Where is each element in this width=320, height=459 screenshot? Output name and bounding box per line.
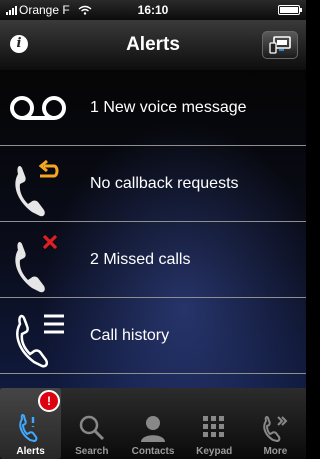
carrier-group: Orange F	[6, 3, 92, 17]
tab-contacts[interactable]: Contacts	[122, 388, 183, 459]
tab-label: More	[263, 446, 288, 457]
device-switch-icon	[269, 36, 291, 54]
tab-search[interactable]: Search	[61, 388, 122, 459]
tab-label: Keypad	[196, 446, 233, 457]
call-history-icon	[0, 298, 90, 374]
carrier-name: Orange F	[19, 3, 70, 17]
page-title: Alerts	[126, 34, 180, 55]
alert-label: 1 New voice message	[90, 98, 247, 116]
tab-label: Contacts	[131, 446, 175, 457]
alert-row-missed-calls[interactable]: 2 Missed calls	[0, 222, 306, 298]
voicemail-icon	[0, 70, 90, 146]
alerts-screen: Orange F 16:10 i Alerts 1 New voice mess…	[0, 0, 306, 459]
battery-icon	[278, 5, 302, 15]
callback-icon	[0, 146, 90, 222]
tab-label: Alerts	[16, 446, 45, 457]
alert-row-voicemail[interactable]: 1 New voice message	[0, 70, 306, 146]
nav-bar: i Alerts	[0, 20, 306, 71]
tab-more[interactable]: More	[245, 388, 306, 459]
info-button[interactable]: i	[10, 35, 28, 53]
tab-bar: ! Alerts Search Contacts Keypad More	[0, 388, 306, 459]
status-bar: Orange F 16:10	[0, 0, 306, 20]
alert-row-call-history[interactable]: Call history	[0, 298, 306, 374]
status-time: 16:10	[137, 3, 169, 17]
info-icon: i	[16, 36, 22, 51]
alert-label: Call history	[90, 326, 170, 344]
search-icon	[79, 415, 104, 441]
tab-alerts[interactable]: ! Alerts	[0, 388, 62, 459]
missed-call-icon	[0, 222, 90, 298]
alerts-list: 1 New voice message No callback requests…	[0, 70, 306, 388]
more-icon	[263, 416, 288, 443]
tab-label: Search	[75, 446, 109, 457]
alert-row-callback[interactable]: No callback requests	[0, 146, 306, 222]
alert-label: No callback requests	[90, 174, 239, 192]
alerts-phone-icon	[18, 414, 37, 443]
tab-keypad[interactable]: Keypad	[184, 388, 245, 459]
signal-strength-icon	[6, 5, 17, 15]
device-switch-button[interactable]	[262, 31, 298, 59]
contacts-icon	[141, 416, 165, 442]
keypad-icon	[203, 416, 225, 437]
alert-label: 2 Missed calls	[90, 250, 191, 268]
alerts-badge: !	[38, 390, 60, 412]
wifi-icon	[78, 5, 92, 15]
